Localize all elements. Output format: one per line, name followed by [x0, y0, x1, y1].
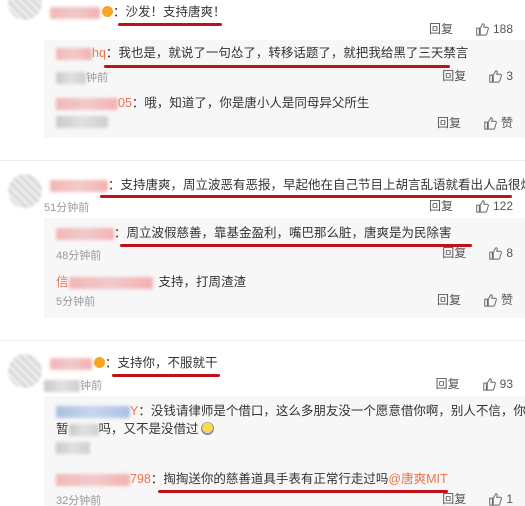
- avatar[interactable]: [8, 354, 42, 388]
- crying-emoji-icon: [200, 422, 214, 435]
- like-count: 8: [506, 245, 513, 260]
- avatar[interactable]: [8, 174, 42, 208]
- thumbs-up-icon: [484, 293, 497, 307]
- like-label: 赞: [500, 293, 513, 307]
- like-count: 122: [492, 198, 513, 213]
- like-button[interactable]: 1: [488, 492, 513, 506]
- divider: [0, 160, 525, 161]
- highlight-underline: [120, 244, 472, 247]
- timestamp: 48分钟前: [56, 250, 102, 262]
- highlight-underline: [158, 490, 448, 493]
- username-blurred[interactable]: [56, 473, 130, 486]
- timestamp: 32分钟前: [56, 495, 102, 506]
- comment-text: 支持，打周渣渣: [158, 275, 247, 289]
- like-button[interactable]: 赞: [483, 291, 513, 308]
- comment-text: ：没钱请律师是个借口，这么多朋友没一个愿意借你啊，别人不信，你: [138, 404, 525, 418]
- highlight-underline: [104, 65, 450, 68]
- like-button[interactable]: 8: [488, 246, 513, 260]
- thumbs-up-icon: [489, 492, 503, 506]
- comment-actions: 回复 1: [442, 490, 513, 506]
- timestamp: 钟前: [80, 380, 102, 392]
- avatar[interactable]: [8, 0, 42, 20]
- comment-actions: 回复 3: [442, 67, 513, 84]
- thumbs-up-icon: [484, 116, 497, 130]
- highlight-underline: [112, 374, 220, 377]
- reply-button[interactable]: 回复: [442, 490, 466, 506]
- comment-text: ：沙发！支持唐爽！: [113, 5, 226, 19]
- username[interactable]: 信: [56, 275, 69, 289]
- comment-text-cont: 吗，又不是没借过: [98, 422, 199, 436]
- reply-button[interactable]: 回复: [442, 244, 466, 261]
- like-button[interactable]: 93: [482, 377, 513, 391]
- comment-actions: 回复 赞: [437, 291, 513, 308]
- thumbs-up-icon: [482, 377, 496, 391]
- thumbs-up-icon: [489, 69, 503, 83]
- reply-button[interactable]: 回复: [437, 291, 461, 308]
- username-blurred[interactable]: [56, 97, 118, 110]
- timestamp: 5分钟前: [56, 296, 96, 308]
- mention-link[interactable]: @唐爽MIT: [388, 472, 447, 486]
- username-blurred[interactable]: [50, 357, 92, 370]
- reply-button[interactable]: 回复: [429, 20, 453, 37]
- comment-actions: 回复 188: [429, 20, 513, 37]
- like-button[interactable]: 122: [475, 199, 513, 213]
- timestamp-blurred: [56, 442, 90, 455]
- highlight-underline: [118, 23, 222, 26]
- timestamp-blurred: [56, 116, 108, 129]
- comment-text: ：周立波假慈善，靠基金盈利，嘴巴那么脏，唐爽是为民除害: [114, 226, 452, 240]
- comment-actions: 回复 122: [429, 197, 513, 214]
- username[interactable]: hq: [92, 46, 106, 60]
- username[interactable]: 798: [130, 472, 151, 486]
- comment-text: ：掏掏送你的慈善道具手表有正常行走过吗: [150, 472, 389, 486]
- reply-button[interactable]: 回复: [429, 197, 453, 214]
- thumbs-up-icon: [476, 22, 489, 36]
- username-blurred[interactable]: [56, 405, 130, 418]
- blurred-text: [68, 423, 99, 436]
- timestamp: 51分钟前: [44, 202, 90, 214]
- comment-text-prefix: 暂: [56, 422, 69, 436]
- username-blurred[interactable]: [68, 276, 153, 289]
- comment-text: ：支持你，不服就干: [105, 356, 218, 370]
- username-blurred[interactable]: [56, 47, 92, 60]
- like-count: 3: [506, 68, 513, 83]
- reply-button[interactable]: 回复: [436, 375, 460, 392]
- comment-text: ：支持唐爽，周立波恶有恶报，早起他在自己节目上胡言乱语就看出人品很烂: [108, 178, 525, 192]
- username-blurred[interactable]: [50, 6, 100, 19]
- divider: [0, 340, 525, 341]
- like-count: 93: [499, 376, 513, 391]
- comment-actions: 回复 赞: [437, 114, 513, 131]
- comment-text: ：我也是，就说了一句怂了，转移话题了，就把我给黑了三天禁言: [105, 46, 469, 60]
- vip-badge-icon: [94, 357, 105, 368]
- timestamp: 钟前: [86, 72, 108, 84]
- thumbs-up-icon: [489, 246, 503, 260]
- comment-actions: 回复 93: [436, 375, 513, 392]
- like-count: 188: [492, 21, 513, 36]
- username-blurred[interactable]: [56, 227, 114, 240]
- comment-text: ：哦，知道了，你是唐小人是同母异父所生: [131, 96, 370, 110]
- comment-actions: 回复 8: [442, 244, 513, 261]
- like-count: 1: [506, 491, 513, 506]
- like-button[interactable]: 3: [488, 69, 513, 83]
- reply-button[interactable]: 回复: [442, 67, 466, 84]
- reply-button[interactable]: 回复: [437, 114, 461, 131]
- username-blurred[interactable]: [50, 179, 108, 192]
- username[interactable]: 05: [118, 96, 132, 110]
- thumbs-up-icon: [476, 199, 489, 213]
- like-label: 赞: [500, 116, 513, 130]
- like-button[interactable]: 赞: [483, 114, 513, 131]
- like-button[interactable]: 188: [475, 22, 513, 36]
- vip-badge-icon: [102, 6, 113, 17]
